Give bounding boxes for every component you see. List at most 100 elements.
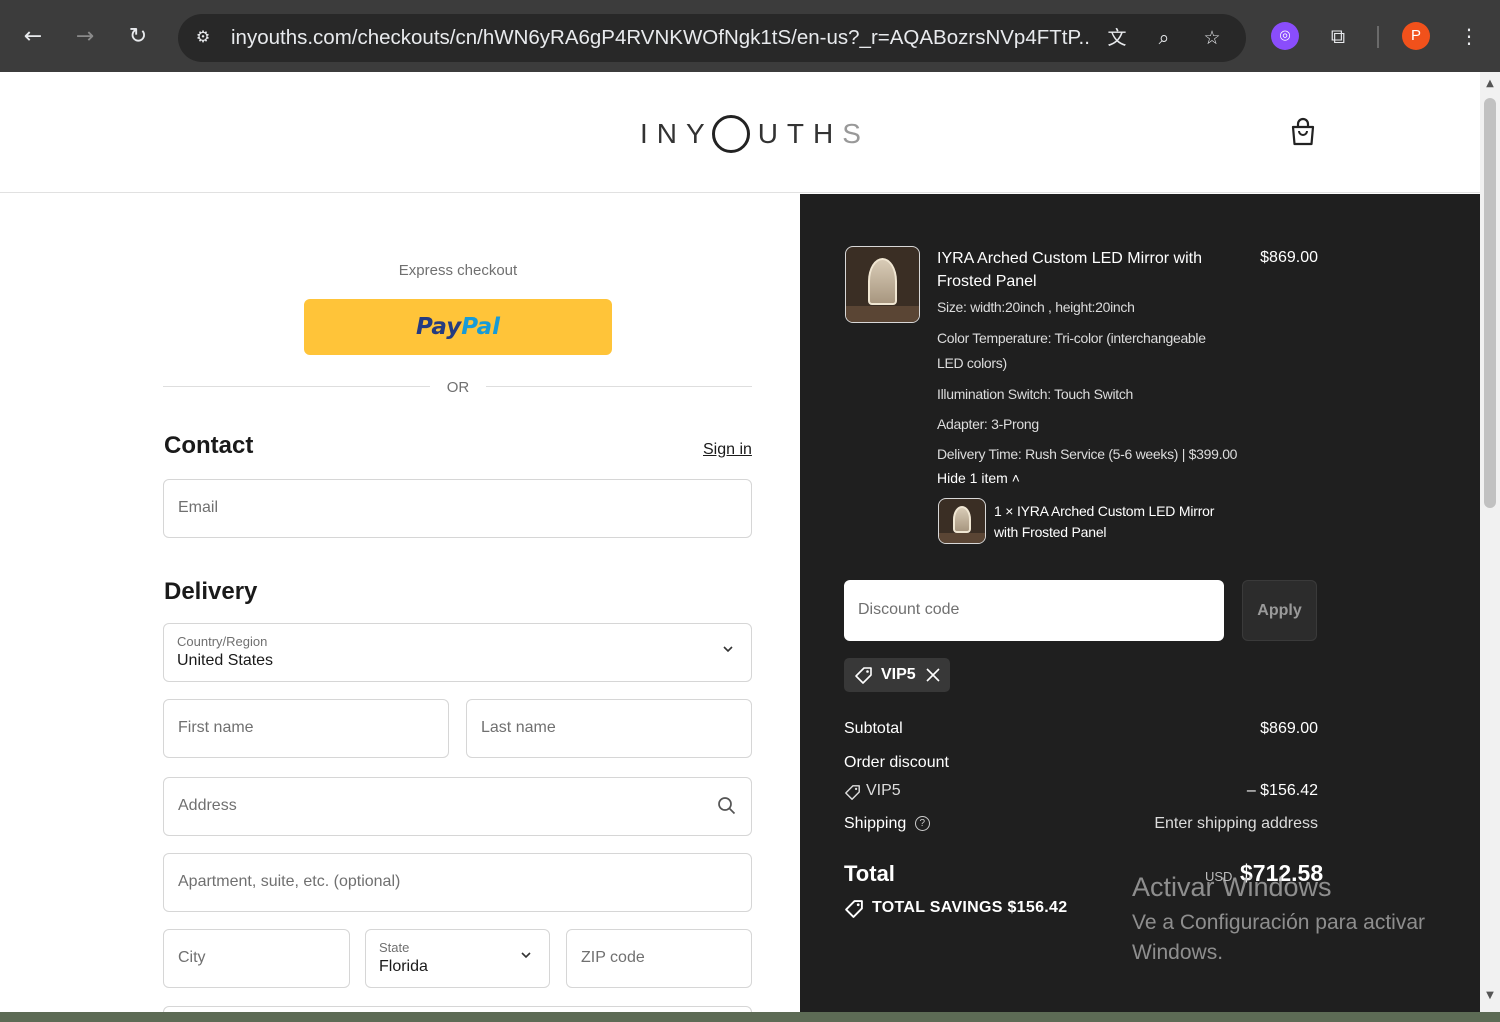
checkout-page: INY UTH S Express checkout PayPal OR Conta… <box>0 72 1480 1022</box>
translate-icon[interactable]: 文 <box>1104 25 1130 51</box>
contact-title: Contact <box>164 432 254 459</box>
or-separator: OR <box>446 379 470 396</box>
paypal-text-2: Pal <box>461 314 500 340</box>
sub-item-text: 1 × IYRA Arched Custom LED Mirror with F… <box>994 503 1215 540</box>
applied-code-chip: VIP5 <box>844 658 950 692</box>
address-bar[interactable]: ⚙ inyouths.com/checkouts/cn/hWN6yRA6gP4R… <box>178 14 1246 62</box>
product-floor-shape <box>846 305 919 322</box>
scroll-up-icon[interactable]: ▲ <box>1480 76 1500 92</box>
menu-icon[interactable]: ⋮ <box>1455 22 1483 50</box>
chevron-up-icon: ˄ <box>1011 470 1020 486</box>
shipping-label-text: Shipping <box>844 815 907 832</box>
email-placeholder: Email <box>178 499 219 516</box>
bookmark-star-icon[interactable]: ☆ <box>1199 25 1225 51</box>
zip-field[interactable]: ZIP code <box>566 929 752 988</box>
first-name-field[interactable]: First name <box>163 699 449 758</box>
discount-value: – $156.42 <box>1246 782 1318 799</box>
product-thumbnail <box>845 246 920 323</box>
email-field[interactable]: Email <box>163 479 752 538</box>
logo-text-left: INY <box>640 118 714 149</box>
help-icon[interactable]: ? <box>914 816 930 832</box>
store-logo[interactable]: INY UTH S <box>640 112 870 156</box>
product-price: $869.00 <box>1260 249 1318 266</box>
browser-toolbar: ← → ↻ ⚙ inyouths.com/checkouts/cn/hWN6yR… <box>0 0 1500 72</box>
cart-bag-icon[interactable] <box>1290 117 1316 147</box>
paypal-text-1: Pay <box>416 314 462 340</box>
sub-item-arch-shape <box>952 505 972 533</box>
country-label: Country/Region <box>177 634 268 649</box>
checkout-form: Express checkout PayPal OR Contact Sign … <box>0 194 800 1022</box>
express-checkout-label: Express checkout <box>398 262 518 279</box>
sub-item-floor-shape <box>939 533 985 543</box>
store-header: INY UTH S <box>0 72 1480 193</box>
last-name-placeholder: Last name <box>481 719 556 736</box>
windows-watermark-subtitle: Ve a Configuración para activar Windows. <box>1132 911 1426 964</box>
option-adapter: Adapter: 3-Prong <box>937 416 1039 432</box>
state-label: State <box>379 940 410 955</box>
search-icon <box>718 797 736 815</box>
option-switch: Illumination Switch: Touch Switch <box>937 386 1134 402</box>
city-field[interactable]: City <box>163 929 350 988</box>
option-delivery-time: Delivery Time: Rush Service (5-6 weeks) … <box>937 446 1238 462</box>
state-value: Florida <box>379 958 428 975</box>
apply-button[interactable]: Apply <box>1242 580 1317 641</box>
product-title: IYRA Arched Custom LED Mirror with Frost… <box>937 250 1202 290</box>
total-savings: TOTAL SAVINGS $156.42 <box>872 899 1068 916</box>
first-name-placeholder: First name <box>178 719 254 736</box>
zoom-icon[interactable]: ⌕ <box>1151 25 1177 51</box>
extension-icon[interactable]: ◎ <box>1271 22 1299 50</box>
apartment-field[interactable]: Apartment, suite, etc. (optional) <box>163 853 752 912</box>
country-select[interactable]: Country/Region United States <box>163 623 752 682</box>
subtotal-value: $869.00 <box>1260 720 1318 737</box>
page-scrollbar[interactable]: ▲ ▼ <box>1480 72 1500 1012</box>
windows-watermark-title: Activar Windows <box>1132 872 1332 902</box>
puzzle-icon[interactable]: ⧉ <box>1324 22 1352 50</box>
option-size: Size: width:20inch , height:20inch <box>937 299 1135 315</box>
savings-tag-icon <box>845 900 863 918</box>
address-field[interactable]: Address <box>163 777 752 836</box>
remove-code-icon[interactable] <box>924 666 942 684</box>
divider-right <box>486 386 752 387</box>
logo-text-fade: S <box>842 118 870 149</box>
discount-placeholder: Discount code <box>858 601 960 618</box>
tag-icon <box>845 785 860 800</box>
address-placeholder: Address <box>178 797 237 814</box>
url-text[interactable]: inyouths.com/checkouts/cn/hWN6yRA6gP4RVN… <box>231 26 1091 50</box>
sub-item-thumbnail <box>938 498 986 544</box>
option-color-temperature: Color Temperature: Tri-color (interchang… <box>937 330 1206 371</box>
chevron-down-icon <box>723 646 733 653</box>
taskbar-strip <box>0 1012 1500 1022</box>
reload-icon[interactable]: ↻ <box>124 20 152 54</box>
zip-placeholder: ZIP code <box>581 949 645 966</box>
site-settings-icon[interactable]: ⚙ <box>192 26 214 48</box>
product-arch-shape <box>867 258 898 305</box>
order-summary: IYRA Arched Custom LED Mirror with Frost… <box>800 194 1480 1022</box>
tag-icon <box>855 667 872 684</box>
city-placeholder: City <box>178 949 206 966</box>
order-discount-label: Order discount <box>844 754 949 771</box>
scroll-thumb[interactable] <box>1484 98 1496 508</box>
shipping-label: Shipping ? <box>844 815 930 833</box>
discount-code-line: VIP5 <box>866 782 901 799</box>
paypal-button[interactable]: PayPal <box>304 299 612 355</box>
state-select[interactable]: State Florida <box>365 929 550 988</box>
applied-code-text: VIP5 <box>881 666 916 683</box>
apartment-placeholder: Apartment, suite, etc. (optional) <box>178 873 401 890</box>
total-label: Total <box>844 861 895 886</box>
back-icon[interactable]: ← <box>19 20 47 54</box>
scroll-down-icon[interactable]: ▼ <box>1480 988 1500 1004</box>
hide-items-toggle[interactable]: Hide 1 item ˄ <box>937 470 1020 486</box>
discount-code-input[interactable]: Discount code <box>844 580 1224 641</box>
delivery-title: Delivery <box>164 578 258 605</box>
logo-text-right: UTH <box>757 118 843 149</box>
subtotal-label: Subtotal <box>844 720 903 737</box>
shipping-value: Enter shipping address <box>1154 815 1318 832</box>
forward-icon[interactable]: → <box>71 20 99 54</box>
profile-avatar[interactable]: P <box>1402 22 1430 50</box>
last-name-field[interactable]: Last name <box>466 699 752 758</box>
country-value: United States <box>177 652 274 669</box>
sign-in-link[interactable]: Sign in <box>703 441 752 459</box>
hide-items-label: Hide 1 item <box>937 470 1008 486</box>
chevron-down-icon <box>521 952 531 959</box>
toolbar-divider <box>1377 26 1379 48</box>
